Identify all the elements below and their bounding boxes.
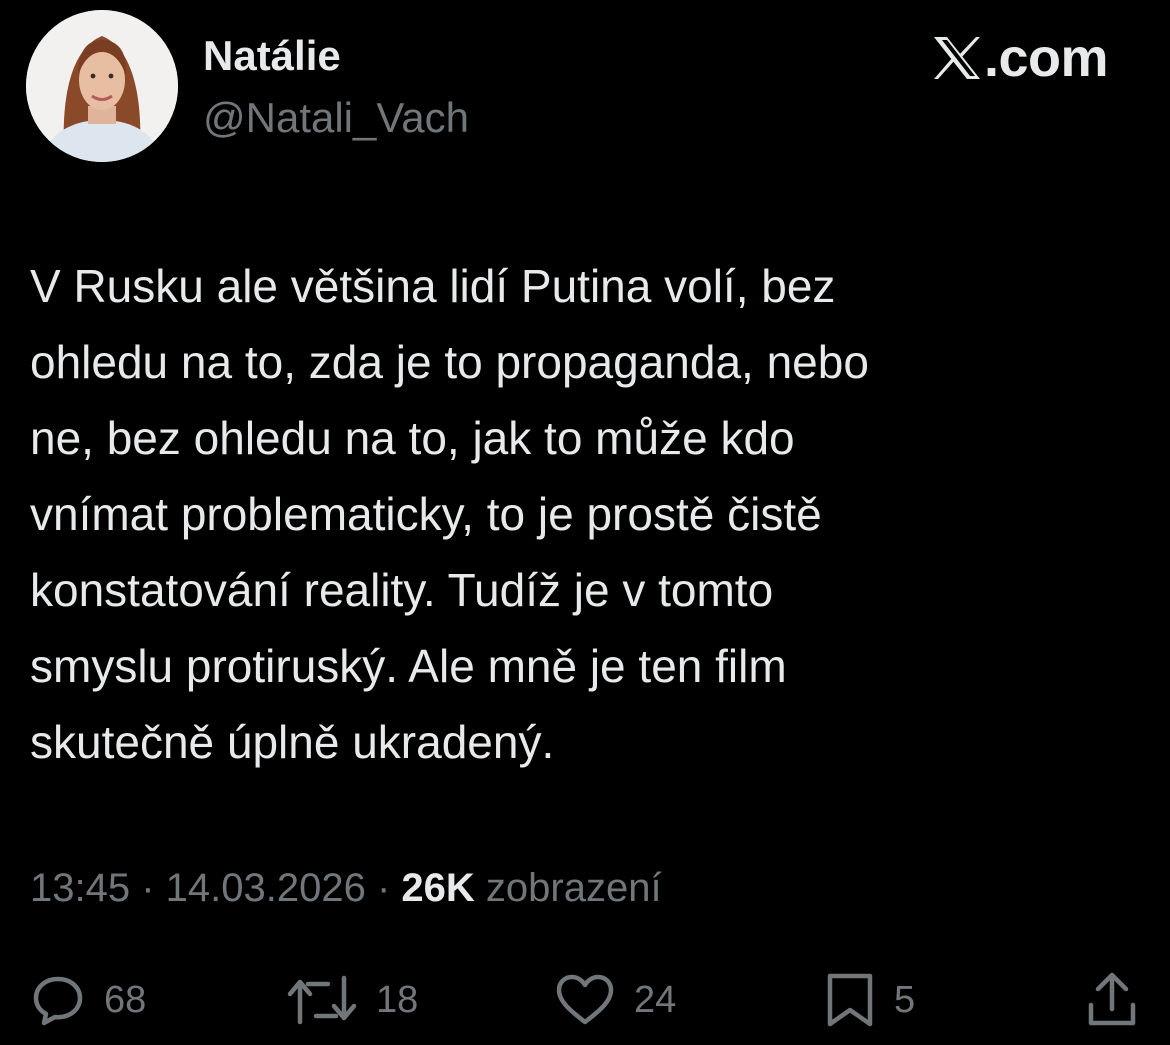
share-button[interactable] xyxy=(1086,970,1138,1030)
tweet-line: vnímat problematicky, to je prostě čistě xyxy=(30,488,822,540)
repost-button[interactable]: 18 xyxy=(286,970,418,1030)
views-count: 26K xyxy=(401,866,475,910)
reply-icon xyxy=(33,976,83,1026)
avatar[interactable] xyxy=(26,10,178,162)
like-button[interactable]: 24 xyxy=(554,970,676,1030)
tweet-text: V Rusku ale většina lidí Putina volí, be… xyxy=(30,248,1120,780)
meta-separator: · xyxy=(130,866,166,910)
tweet-line: skutečně úplně ukradený. xyxy=(30,716,555,768)
reply-count: 68 xyxy=(104,979,147,1021)
tweet-line: V Rusku ale většina lidí Putina volí, be… xyxy=(30,260,836,312)
like-count: 24 xyxy=(634,979,677,1021)
author-handle[interactable]: @Natali_Vach xyxy=(203,92,469,144)
bookmark-count: 5 xyxy=(894,979,916,1021)
repost-icon xyxy=(287,975,357,1025)
action-bar: 68 18 24 5 xyxy=(0,970,1170,1030)
x-logo-icon xyxy=(933,37,980,79)
tweet-line: ne, bez ohledu na to, jak to může kdo xyxy=(30,412,795,464)
avatar-photo-icon xyxy=(26,10,178,162)
tweet-line: konstatování reality. Tudíž je v tomto xyxy=(30,564,774,616)
tweet-line: smyslu protiruský. Ale mně je ten film xyxy=(30,640,787,692)
tweet-time[interactable]: 13:45 xyxy=(30,866,130,910)
tweet-line: ohledu na to, zda je to propaganda, nebo xyxy=(30,336,869,388)
share-icon xyxy=(1088,972,1136,1026)
author-display-name[interactable]: Natálie xyxy=(203,30,341,82)
bookmark-button[interactable]: 5 xyxy=(824,970,915,1030)
tweet-date[interactable]: 14.03.2026 xyxy=(166,866,366,910)
tweet-meta: 13:45 · 14.03.2026 · 26K zobrazení xyxy=(30,862,662,914)
reply-button[interactable]: 68 xyxy=(30,970,146,1030)
meta-separator: · xyxy=(365,866,402,910)
repost-count: 18 xyxy=(376,979,419,1021)
x-brand-logo: .com xyxy=(932,28,1109,88)
views-label: zobrazení xyxy=(474,866,662,910)
heart-icon xyxy=(556,974,614,1025)
bookmark-icon xyxy=(827,973,873,1027)
brand-domain-text: .com xyxy=(983,28,1109,88)
